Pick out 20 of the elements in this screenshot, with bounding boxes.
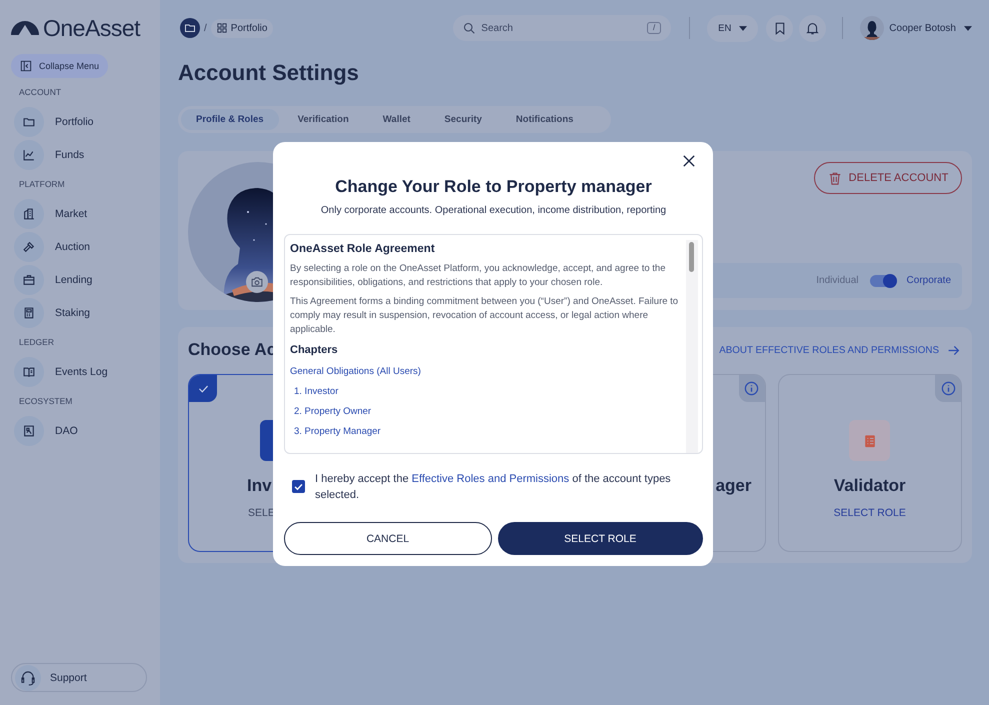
section-title: ECOSYSTEM xyxy=(19,395,74,407)
agreement-paragraph: This Agreement forms a binding commitment between you (“User”) and OneAsset. Failure to comply may result in suspension, revocation of account access, or legal action where applicable. xyxy=(290,295,680,337)
logo-text: OneAsset xyxy=(43,14,140,42)
section-title: LEDGER xyxy=(19,336,55,348)
breadcrumb-separator: / xyxy=(204,22,207,34)
chapters-heading: Chapters xyxy=(290,343,339,358)
consent-text: I hereby accept the Effective Roles and Permissions of the account types selected. xyxy=(315,472,672,503)
corporate-label: Corporate xyxy=(906,275,951,286)
individual-label: Individual xyxy=(816,275,859,286)
section-title: ACCOUNT xyxy=(19,86,62,98)
shortcut-key: / xyxy=(647,22,662,34)
agreement-paragraph: By selecting a role on the OneAsset Platform, you acknowledge, accept, and agree to the responsibilities, obligations, and restrictions that apply to your chosen role. xyxy=(290,262,666,290)
section-title: PLATFORM xyxy=(19,178,66,190)
agreement-heading: OneAsset Role Agreement xyxy=(290,242,436,257)
dialog-title: Change Your Role to Property manager xyxy=(334,176,653,198)
role-title: ager xyxy=(716,475,752,497)
role-title: Inv xyxy=(247,475,272,497)
role-title: Validator xyxy=(834,475,906,497)
dialog-subtitle: Only corporate accounts. Operational execution, income distribution, reporting xyxy=(320,204,668,218)
page-title: Account Settings xyxy=(178,60,360,86)
